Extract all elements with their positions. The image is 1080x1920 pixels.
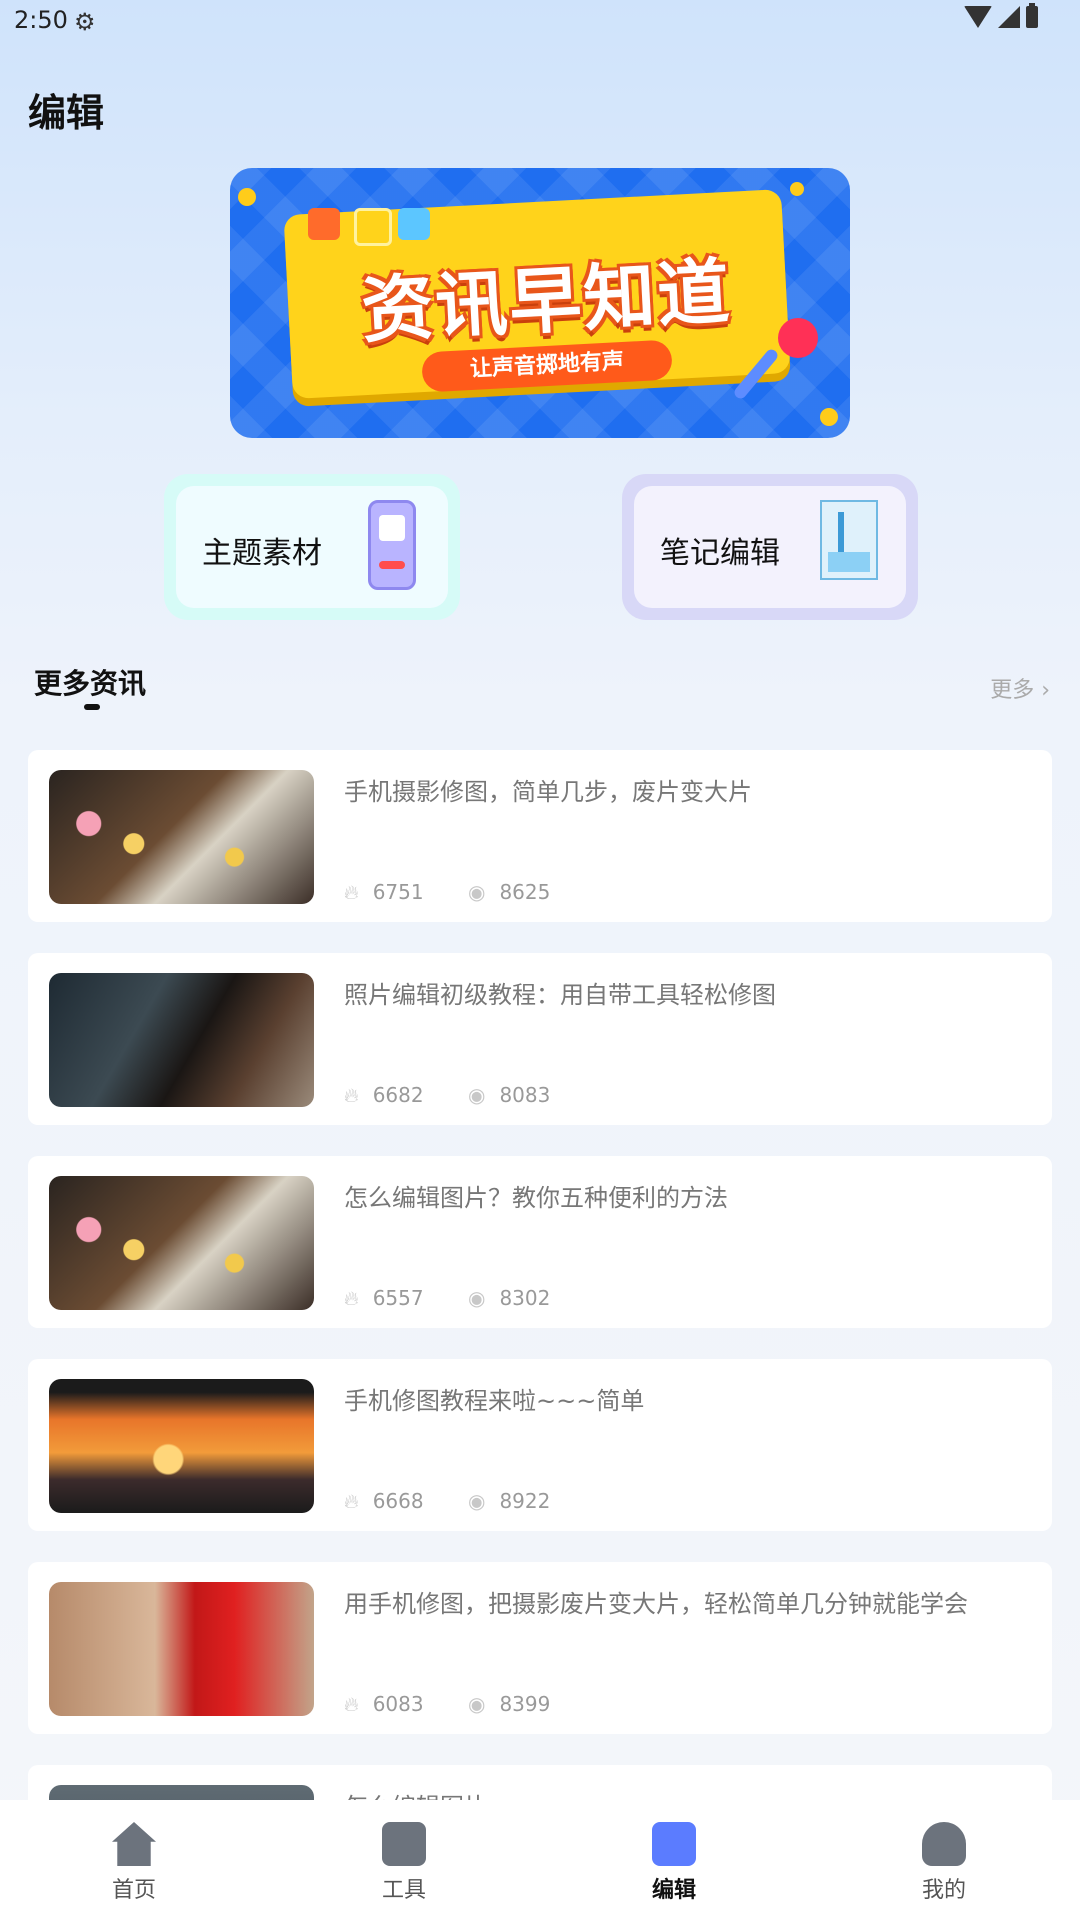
tab-label: 首页 bbox=[111, 1878, 156, 1903]
section-title: 更多资讯 bbox=[34, 667, 147, 700]
status-bar: 2:50 ⚙ bbox=[0, 0, 1080, 44]
article-thumbnail bbox=[49, 1582, 314, 1716]
like-count: 🔥︎ 6668 bbox=[344, 1489, 424, 1513]
home-icon bbox=[112, 1822, 156, 1866]
more-link[interactable]: 更多 › bbox=[990, 672, 1050, 704]
list-item[interactable]: 照片编辑初级教程：用自带工具轻松修图 🔥︎ 6682 ◉ 8083 bbox=[28, 953, 1052, 1125]
flame-icon: 🔥︎ bbox=[344, 1489, 359, 1513]
phone-icon bbox=[368, 500, 416, 590]
note-edit-label: 笔记编辑 bbox=[660, 536, 780, 571]
article-list: 手机摄影修图，简单几步，废片变大片 🔥︎ 6751 ◉ 8625 照片编辑初级教程：… bbox=[28, 750, 1052, 1800]
view-count: ◉ 8922 bbox=[468, 1489, 551, 1513]
news-banner[interactable]: 资讯早知道 让声音掷地有声 bbox=[230, 168, 850, 438]
like-count: 🔥︎ 6751 bbox=[344, 880, 424, 904]
wifi-icon bbox=[964, 6, 992, 28]
article-thumbnail bbox=[49, 1176, 314, 1310]
microphone-icon bbox=[778, 318, 818, 358]
eye-icon: ◉ bbox=[468, 1692, 486, 1716]
banner-decor-square bbox=[398, 208, 430, 240]
tab-edit[interactable]: 编辑 bbox=[614, 1822, 734, 1904]
signal-icon bbox=[998, 6, 1020, 28]
banner-decor-dot bbox=[790, 182, 804, 196]
view-count: ◉ 8625 bbox=[468, 880, 551, 904]
list-item[interactable]: 手机摄影修图，简单几步，废片变大片 🔥︎ 6751 ◉ 8625 bbox=[28, 750, 1052, 922]
view-count: ◉ 8302 bbox=[468, 1286, 551, 1310]
article-title: 手机摄影修图，简单几步，废片变大片 bbox=[344, 778, 752, 806]
tab-label: 我的 bbox=[921, 1878, 966, 1903]
banner-decor-square bbox=[308, 208, 340, 240]
flame-icon: 🔥︎ bbox=[344, 1083, 359, 1107]
notebook-icon bbox=[820, 500, 878, 580]
tab-mine[interactable]: 我的 bbox=[884, 1822, 1004, 1904]
theme-material-card[interactable]: 主题素材 bbox=[164, 474, 460, 620]
article-thumbnail bbox=[49, 770, 314, 904]
article-title: 手机修图教程来啦~~~简单 bbox=[344, 1387, 645, 1415]
bottom-tab-bar: 首页 工具 编辑 我的 bbox=[0, 1800, 1080, 1920]
banner-decor-square bbox=[354, 208, 392, 246]
document-icon bbox=[382, 1822, 426, 1866]
eye-icon: ◉ bbox=[468, 1489, 486, 1513]
article-thumbnail bbox=[49, 973, 314, 1107]
flame-icon: 🔥︎ bbox=[344, 1286, 359, 1310]
status-time: 2:50 bbox=[14, 6, 68, 34]
flame-icon: 🔥︎ bbox=[344, 880, 359, 904]
page-title: 编辑 bbox=[28, 91, 105, 135]
article-thumbnail bbox=[49, 1785, 314, 1800]
banner-decor-dot bbox=[238, 188, 256, 206]
tab-label: 编辑 bbox=[651, 1878, 696, 1903]
note-edit-card[interactable]: 笔记编辑 bbox=[622, 474, 918, 620]
banner-decor-dot bbox=[820, 408, 838, 426]
user-icon bbox=[922, 1822, 966, 1866]
eye-icon: ◉ bbox=[468, 880, 486, 904]
article-thumbnail bbox=[49, 1379, 314, 1513]
eye-icon: ◉ bbox=[468, 1286, 486, 1310]
list-item[interactable]: 手机修图教程来啦~~~简单 🔥︎ 6668 ◉ 8922 bbox=[28, 1359, 1052, 1531]
list-item[interactable]: 用手机修图，把摄影废片变大片，轻松简单几分钟就能学会 🔥︎ 6083 ◉ 8399 bbox=[28, 1562, 1052, 1734]
eye-icon: ◉ bbox=[468, 1083, 486, 1107]
status-icons bbox=[964, 3, 1038, 28]
like-count: 🔥︎ 6557 bbox=[344, 1286, 424, 1310]
tab-tools[interactable]: 工具 bbox=[344, 1822, 464, 1904]
article-title: 怎么编辑图片 bbox=[344, 1787, 488, 1800]
settings-gear-icon: ⚙ bbox=[74, 8, 96, 36]
article-title: 怎么编辑图片？教你五种便利的方法 bbox=[344, 1184, 728, 1212]
article-title: 照片编辑初级教程：用自带工具轻松修图 bbox=[344, 981, 776, 1009]
theme-material-label: 主题素材 bbox=[202, 536, 322, 571]
edit-layout-icon bbox=[652, 1822, 696, 1866]
view-count: ◉ 8399 bbox=[468, 1692, 551, 1716]
list-item[interactable]: 怎么编辑图片？教你五种便利的方法 🔥︎ 6557 ◉ 8302 bbox=[28, 1156, 1052, 1328]
section-title-underline bbox=[84, 704, 100, 710]
list-item[interactable]: 怎么编辑图片 bbox=[28, 1765, 1052, 1800]
article-title: 用手机修图，把摄影废片变大片，轻松简单几分钟就能学会 bbox=[344, 1590, 968, 1618]
battery-icon bbox=[1026, 3, 1038, 28]
flame-icon: 🔥︎ bbox=[344, 1692, 359, 1716]
view-count: ◉ 8083 bbox=[468, 1083, 551, 1107]
like-count: 🔥︎ 6682 bbox=[344, 1083, 424, 1107]
like-count: 🔥︎ 6083 bbox=[344, 1692, 424, 1716]
tab-label: 工具 bbox=[381, 1878, 426, 1903]
tab-home[interactable]: 首页 bbox=[74, 1822, 194, 1904]
